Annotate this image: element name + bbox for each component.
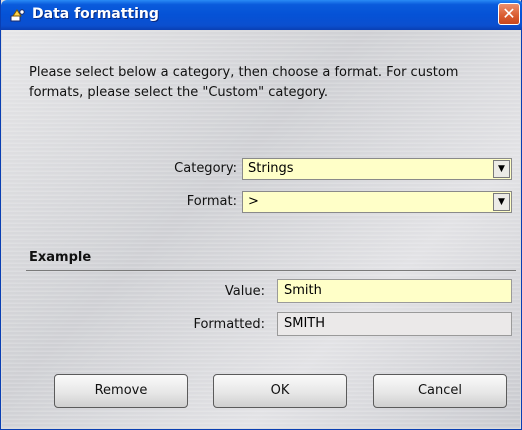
chevron-down-icon[interactable]: ▼ — [493, 193, 510, 211]
category-value: Strings — [248, 161, 294, 176]
remove-button[interactable]: Remove — [54, 374, 188, 408]
format-label: Format: — [186, 194, 237, 209]
remove-button-label: Remove — [94, 383, 148, 398]
value-label: Value: — [224, 284, 265, 299]
formatted-value-text: SMITH — [284, 316, 326, 331]
example-section-title: Example — [29, 250, 92, 265]
window-title: Data formatting — [32, 6, 159, 22]
example-value-text: Smith — [284, 283, 322, 298]
format-value: > — [248, 194, 259, 209]
example-value-input[interactable]: Smith — [277, 279, 512, 303]
section-divider — [26, 270, 516, 271]
formatted-value-field: SMITH — [277, 312, 512, 336]
cancel-button[interactable]: Cancel — [373, 374, 507, 408]
cancel-button-label: Cancel — [417, 383, 463, 398]
category-label: Category: — [174, 161, 237, 176]
ok-button-label: OK — [270, 383, 290, 398]
chevron-down-icon[interactable]: ▼ — [493, 160, 510, 178]
close-button[interactable]: ✕ — [498, 3, 520, 25]
category-select[interactable]: Strings ▼ — [242, 158, 512, 180]
format-icon — [10, 7, 26, 23]
dialog-body: Please select below a category, then cho… — [2, 30, 520, 428]
instructions-text: Please select below a category, then cho… — [29, 65, 459, 100]
title-bar[interactable]: Data formatting ✕ — [1, 0, 522, 30]
ok-button[interactable]: OK — [213, 374, 347, 408]
close-icon: ✕ — [502, 4, 516, 23]
format-select[interactable]: > ▼ — [242, 191, 512, 213]
data-formatting-dialog: Data formatting ✕ Please select below a … — [0, 0, 522, 430]
formatted-label: Formatted: — [193, 317, 265, 332]
